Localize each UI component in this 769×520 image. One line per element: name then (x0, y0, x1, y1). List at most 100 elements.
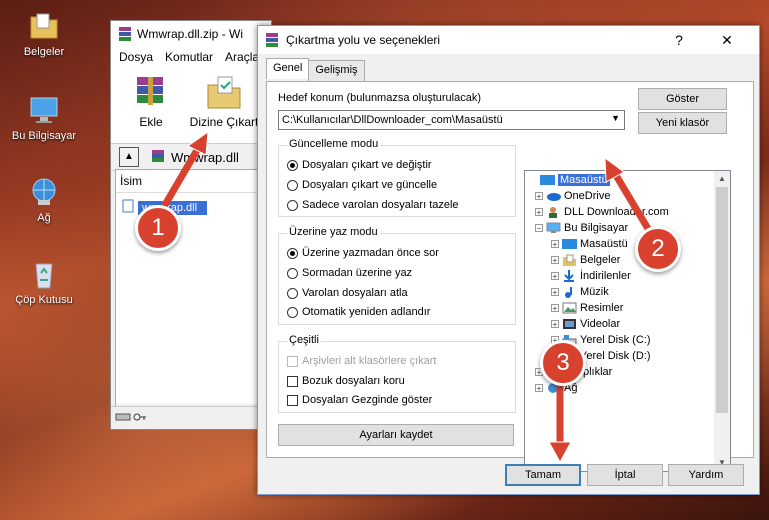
extract-to-icon (204, 73, 244, 113)
winrar-titlebar[interactable]: Wmwrap.dll.zip - Wi (111, 21, 271, 47)
update-mode-title: Güncelleme modu (287, 138, 381, 150)
tree-node-pc-desktop[interactable]: + Masaüstü (551, 238, 628, 250)
expand-icon[interactable]: + (551, 288, 559, 297)
archive-path[interactable]: Wmwrap.dll (171, 150, 239, 165)
tree-label: İndirilenler (580, 270, 631, 282)
desktop-icon-label: Belgeler (23, 46, 65, 58)
extract-dialog: Çıkartma yolu ve seçenekleri ? ✕ Genel G… (257, 25, 760, 495)
desktop-icon-recycle-bin[interactable]: Çöp Kutusu (4, 258, 84, 306)
option-label: Dosyaları çıkart ve değiştir (302, 159, 432, 171)
overwrite-option-ask[interactable]: Üzerine yazmadan önce sor (287, 247, 439, 259)
expand-icon[interactable]: + (551, 304, 559, 313)
dll-file-icon (122, 199, 134, 216)
drive-icon (115, 412, 131, 425)
add-button[interactable]: Ekle (121, 73, 181, 143)
close-icon[interactable]: ✕ (712, 29, 742, 51)
tree-label: Müzik (580, 286, 609, 298)
misc-title: Çeşitli (287, 334, 321, 346)
dialog-titlebar[interactable]: Çıkartma yolu ve seçenekleri ? ✕ (258, 26, 759, 54)
checkbox-icon (287, 375, 298, 387)
expand-icon[interactable]: + (551, 240, 559, 249)
option-label: Arşivleri alt klasörlere çıkart (302, 355, 437, 367)
winrar-menubar: Dosya Komutlar Araçla (111, 47, 271, 67)
desktop-icon-network[interactable]: Ağ (4, 176, 84, 224)
tree-node-onedrive[interactable]: + OneDrive (535, 190, 610, 202)
new-folder-button[interactable]: Yeni klasör (638, 112, 727, 134)
tree-node-music[interactable]: + Müzik (551, 286, 609, 298)
archive-icon (151, 149, 165, 166)
extract-to-label: Dizine Çıkart (189, 115, 259, 129)
expand-icon[interactable]: + (551, 256, 559, 265)
collapse-icon[interactable]: − (535, 224, 543, 233)
menu-commands[interactable]: Komutlar (165, 50, 213, 64)
expand-icon[interactable]: + (535, 192, 543, 201)
show-button[interactable]: Göster (638, 88, 727, 110)
computer-icon (546, 222, 561, 233)
tree-node-this-pc[interactable]: − Bu Bilgisayar (535, 222, 628, 234)
user-icon (549, 207, 557, 218)
checkbox-icon (287, 394, 298, 406)
general-panel: Hedef konum (bulunmazsa oluşturulacak) C… (266, 81, 754, 472)
file-list: İsim wmwrap.dll ◀ (115, 169, 267, 419)
option-label: Varolan dosyaları atla (302, 287, 408, 299)
dialog-title: Çıkartma yolu ve seçenekleri (286, 33, 441, 47)
tree-label: Belgeler (580, 254, 621, 266)
up-folder-button[interactable]: ▲ (119, 147, 139, 167)
destination-path-combo[interactable]: C:\Kullanıcılar\DllDownloader_com\Masaüs… (278, 110, 625, 130)
overwrite-mode-group: Üzerine yaz modu Üzerine yazmadan önce s… (278, 226, 516, 325)
radio-icon (287, 247, 298, 259)
scroll-up-icon[interactable]: ▲ (714, 171, 730, 187)
chevron-down-icon[interactable]: ▼ (611, 113, 620, 123)
tree-node-dll-downloader[interactable]: + DLL Downloader.com (535, 206, 669, 218)
expand-icon[interactable]: + (535, 208, 543, 217)
menu-tools[interactable]: Araçla (225, 50, 259, 64)
cancel-button[interactable]: İptal (587, 464, 663, 486)
add-button-label: Ekle (139, 115, 163, 129)
expand-icon[interactable]: + (551, 272, 559, 281)
help-title-button[interactable]: ? (664, 29, 694, 51)
tree-node-pictures[interactable]: + Resimler (551, 302, 623, 314)
expand-icon[interactable]: + (535, 384, 543, 393)
overwrite-option-rename[interactable]: Otomatik yeniden adlandır (287, 306, 430, 318)
radio-icon (287, 287, 298, 299)
key-icon (133, 412, 147, 425)
overwrite-mode-title: Üzerine yaz modu (287, 226, 380, 238)
tree-node-documents[interactable]: + Belgeler (551, 254, 620, 266)
overwrite-option-without-prompt[interactable]: Sormadan üzerine yaz (287, 267, 412, 279)
winrar-logo-icon (119, 27, 131, 41)
desktop-icon-label: Çöp Kutusu (15, 294, 73, 306)
update-option-replace[interactable]: Dosyaları çıkart ve değiştir (287, 159, 432, 171)
tree-label: Masaüstü (580, 238, 628, 250)
desktop-icon-computer[interactable]: Bu Bilgisayar (4, 94, 84, 142)
misc-option-keep-broken[interactable]: Bozuk dosyaları koru (287, 375, 405, 387)
folder-tree: Masaüstü + OneDrive + DLL Downloader.com… (524, 170, 731, 472)
tree-label: Videolar (580, 318, 621, 330)
tree-node-downloads[interactable]: + İndirilenler (551, 270, 631, 282)
misc-option-show-in-explorer[interactable]: Dosyaları Gezginde göster (287, 394, 432, 406)
step-badge-2: 2 (635, 226, 681, 272)
misc-option-subfolders: Arşivleri alt klasörlere çıkart (287, 355, 436, 367)
help-button[interactable]: Yardım (668, 464, 744, 486)
radio-icon (287, 267, 298, 279)
download-arrow-icon (564, 270, 574, 282)
ok-button[interactable]: Tamam (505, 464, 581, 486)
overwrite-option-skip[interactable]: Varolan dosyaları atla (287, 287, 408, 299)
tab-advanced[interactable]: Gelişmiş (308, 60, 365, 81)
winrar-title: Wmwrap.dll.zip - Wi (137, 27, 244, 41)
save-settings-button[interactable]: Ayarları kaydet (278, 424, 514, 446)
extract-to-button[interactable]: Dizine Çıkart (189, 73, 259, 143)
tree-node-desktop[interactable]: Masaüstü (529, 174, 610, 186)
update-option-update[interactable]: Dosyaları çıkart ve güncelle (287, 179, 437, 191)
update-option-freshen[interactable]: Sadece varolan dosyaları tazele (287, 199, 459, 211)
tree-scrollbar[interactable]: ▲ ▼ (714, 171, 730, 471)
update-mode-group: Güncelleme modu Dosyaları çıkart ve deği… (278, 138, 516, 217)
expand-icon[interactable]: + (551, 320, 559, 329)
column-header-name[interactable]: İsim (116, 170, 266, 193)
misc-group: Çeşitli Arşivleri alt klasörlere çıkart … (278, 334, 516, 413)
scroll-thumb[interactable] (716, 187, 728, 413)
tree-label: Resimler (580, 302, 624, 314)
desktop-icon-documents[interactable]: Belgeler (4, 10, 84, 58)
tree-node-videos[interactable]: + Videolar (551, 318, 620, 330)
tab-general[interactable]: Genel (266, 58, 310, 79)
menu-file[interactable]: Dosya (119, 50, 153, 64)
